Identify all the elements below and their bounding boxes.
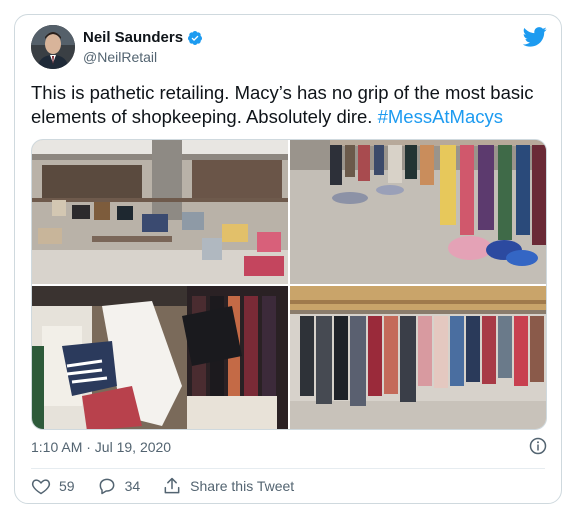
like-button[interactable]: 59 (31, 476, 75, 496)
heart-icon (31, 479, 51, 495)
verified-badge-icon (188, 30, 203, 45)
share-label: Share this Tweet (190, 478, 295, 494)
reply-button[interactable]: 34 (97, 476, 141, 496)
store-display-photo[interactable] (32, 140, 288, 284)
media-grid[interactable] (31, 139, 547, 430)
info-icon[interactable] (529, 437, 547, 455)
tweet-timestamp[interactable]: 1:10 AM · Jul 19, 2020 (31, 439, 171, 455)
author-handle[interactable]: @NeilRetail (83, 49, 157, 65)
reply-count: 34 (124, 478, 141, 494)
twitter-bird-icon[interactable] (523, 27, 547, 47)
reply-icon (99, 478, 114, 495)
share-button[interactable]: Share this Tweet (162, 476, 294, 496)
share-icon (164, 477, 180, 494)
tweet-text: This is pathetic retailing. Macy’s has n… (31, 81, 551, 129)
author-name[interactable]: Neil Saunders (83, 29, 183, 46)
author-name-row[interactable]: Neil Saunders (83, 29, 203, 46)
clothes-on-floor-photo[interactable] (290, 140, 546, 284)
hashtag-link[interactable]: #MessAtMacys (378, 106, 503, 127)
avatar[interactable] (31, 25, 75, 69)
divider (31, 468, 545, 469)
tweet-card: Neil Saunders @NeilRetail This is pathet… (14, 14, 562, 504)
clothing-racks-photo[interactable] (290, 286, 546, 429)
messy-display-photo[interactable] (32, 286, 288, 429)
tweet-actions: 59 34 Share this Tweet (31, 476, 316, 496)
like-count: 59 (59, 478, 75, 494)
